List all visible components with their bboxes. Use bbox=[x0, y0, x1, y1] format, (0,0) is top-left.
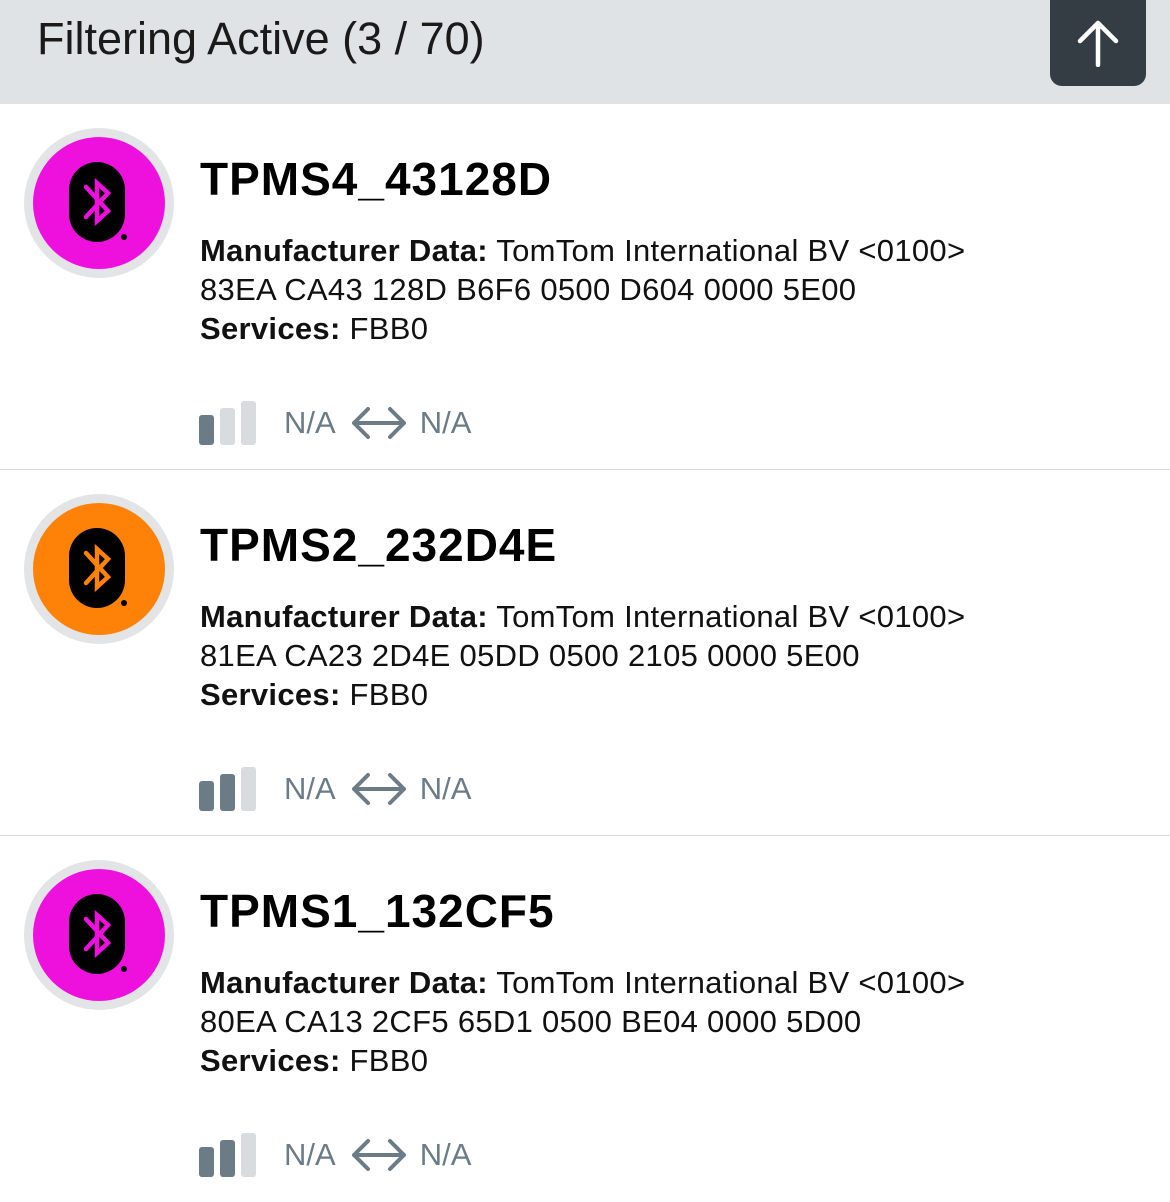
rssi-value: N/A bbox=[284, 771, 336, 806]
manufacturer-data-hex: 81EA CA23 2D4E 05DD 0500 2105 0000 5E00 bbox=[200, 638, 860, 673]
manufacturer-label: Manufacturer Data: bbox=[200, 965, 488, 1000]
signal-strength-icon bbox=[199, 401, 256, 445]
device-row-1[interactable]: TPMS2_232D4E Manufacturer Data: TomTom I… bbox=[0, 470, 1170, 836]
bluetooth-icon bbox=[69, 894, 127, 974]
services-label: Services: bbox=[200, 1043, 341, 1078]
services-value: FBB0 bbox=[349, 677, 429, 712]
manufacturer-label: Manufacturer Data: bbox=[200, 599, 488, 634]
interval-value: N/A bbox=[419, 405, 472, 440]
signal-strength-icon bbox=[199, 1133, 256, 1177]
device-avatar-fill bbox=[33, 503, 165, 635]
bluetooth-icon bbox=[69, 162, 127, 242]
manufacturer-data-hex: 83EA CA43 128D B6F6 0500 D604 0000 5E00 bbox=[200, 272, 857, 307]
manufacturer-label: Manufacturer Data: bbox=[200, 233, 488, 268]
device-stats: N/A N/A bbox=[198, 400, 471, 446]
manufacturer-value: TomTom International BV <0100> bbox=[496, 965, 966, 1000]
device-stats: N/A N/A bbox=[198, 1132, 471, 1178]
interval-value: N/A bbox=[419, 771, 472, 806]
services-value: FBB0 bbox=[349, 1043, 429, 1078]
device-row-0[interactable]: TPMS4_43128D Manufacturer Data: TomTom I… bbox=[0, 104, 1170, 470]
manufacturer-value: TomTom International BV <0100> bbox=[496, 599, 966, 634]
rssi-value: N/A bbox=[284, 405, 336, 440]
arrow-up-icon bbox=[1077, 20, 1119, 67]
services-value: FBB0 bbox=[349, 311, 429, 346]
device-details: Manufacturer Data: TomTom International … bbox=[200, 597, 965, 714]
device-avatar-fill bbox=[33, 869, 165, 1001]
device-name: TPMS4_43128D bbox=[200, 153, 553, 205]
scroll-to-top-button[interactable] bbox=[1050, 0, 1146, 86]
device-stats: N/A N/A bbox=[198, 766, 471, 812]
device-details: Manufacturer Data: TomTom International … bbox=[200, 231, 965, 348]
manufacturer-value: TomTom International BV <0100> bbox=[496, 233, 966, 268]
device-avatar-fill bbox=[33, 137, 165, 269]
device-name: TPMS1_132CF5 bbox=[200, 885, 555, 937]
interval-value: N/A bbox=[419, 1137, 472, 1172]
manufacturer-data-hex: 80EA CA13 2CF5 65D1 0500 BE04 0000 5D00 bbox=[200, 1004, 862, 1039]
rssi-value: N/A bbox=[284, 1137, 336, 1172]
bidirectional-arrow-icon bbox=[351, 1139, 406, 1171]
device-details: Manufacturer Data: TomTom International … bbox=[200, 963, 965, 1080]
services-label: Services: bbox=[200, 311, 341, 346]
services-label: Services: bbox=[200, 677, 341, 712]
device-avatar bbox=[24, 860, 174, 1010]
bidirectional-arrow-icon bbox=[351, 407, 406, 439]
device-avatar bbox=[24, 494, 174, 644]
device-row-2[interactable]: TPMS1_132CF5 Manufacturer Data: TomTom I… bbox=[0, 836, 1170, 1202]
bluetooth-icon bbox=[69, 528, 127, 608]
device-avatar bbox=[24, 128, 174, 278]
header-title: Filtering Active (3 / 70) bbox=[37, 13, 485, 64]
signal-strength-icon bbox=[199, 767, 256, 811]
device-name: TPMS2_232D4E bbox=[200, 519, 558, 571]
filter-header: Filtering Active (3 / 70) bbox=[0, 0, 1170, 104]
bidirectional-arrow-icon bbox=[351, 773, 406, 805]
